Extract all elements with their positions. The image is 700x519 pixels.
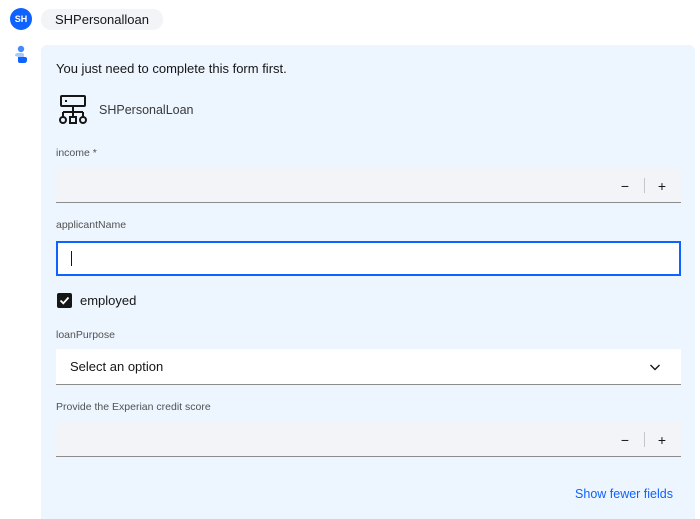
credit-score-increment-button[interactable]: + — [645, 422, 679, 457]
assistant-icon — [15, 45, 27, 63]
flow-name: SHPersonalLoan — [99, 103, 194, 117]
loan-purpose-select[interactable]: Select an option — [56, 349, 681, 385]
income-decrement-button[interactable]: − — [608, 168, 642, 203]
loan-purpose-label: loanPurpose — [56, 329, 115, 341]
user-avatar: SH — [10, 8, 32, 30]
credit-score-label: Provide the Experian credit score — [56, 401, 211, 413]
income-increment-button[interactable]: + — [645, 168, 679, 203]
applicant-name-label: applicantName — [56, 219, 127, 231]
checkmark-icon — [59, 296, 70, 305]
assistant-response-card: You just need to complete this form firs… — [41, 45, 695, 519]
employed-checkbox[interactable] — [57, 293, 72, 308]
income-number-input[interactable]: − + — [56, 168, 681, 203]
credit-score-decrement-button[interactable]: − — [608, 422, 642, 457]
employed-label: employed — [80, 293, 137, 308]
flow-diagram-icon — [59, 95, 87, 124]
text-caret — [71, 251, 72, 266]
credit-score-number-input[interactable]: − + — [56, 422, 681, 457]
flow-header: SHPersonalLoan — [56, 93, 194, 127]
assistant-intro-text: You just need to complete this form firs… — [56, 61, 287, 76]
income-label: income * — [56, 147, 97, 159]
user-message-row: SH SHPersonalloan — [10, 8, 163, 30]
applicant-name-input[interactable] — [56, 241, 681, 276]
user-message-bubble: SHPersonalloan — [41, 8, 163, 30]
chevron-down-icon — [650, 364, 660, 370]
loan-purpose-selected-value: Select an option — [70, 359, 164, 374]
employed-checkbox-row[interactable]: employed — [57, 293, 136, 308]
show-fewer-fields-link[interactable]: Show fewer fields — [575, 487, 673, 501]
